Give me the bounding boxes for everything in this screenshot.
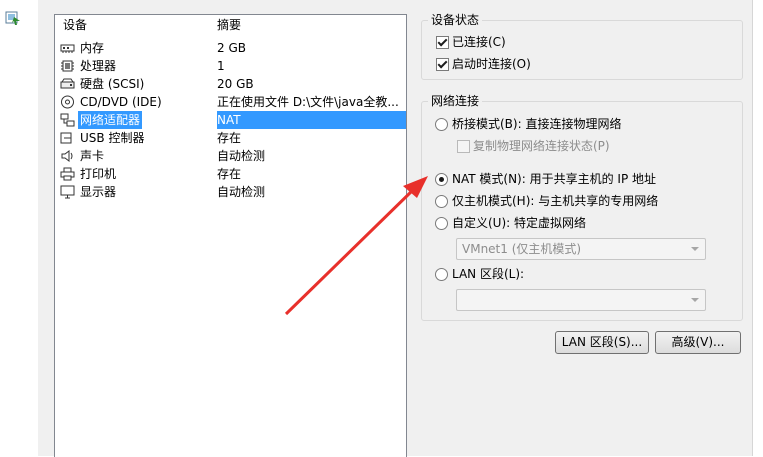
device-row-printer[interactable]: 打印机 存在: [55, 165, 406, 183]
host-only-radio[interactable]: [435, 195, 448, 208]
device-summary: 2 GB: [217, 41, 246, 55]
nat-label[interactable]: NAT 模式(N): 用于共享主机的 IP 地址: [452, 171, 656, 187]
device-summary: 20 GB: [217, 77, 254, 91]
vm-icon[interactable]: [5, 10, 21, 26]
memory-icon: [60, 44, 75, 53]
connect-on-power-checkbox[interactable]: [436, 58, 449, 71]
device-row-network-adapter[interactable]: 网络适配器 NAT: [55, 111, 406, 129]
device-row-display[interactable]: 显示器 自动检测: [55, 183, 406, 201]
device-name: 显示器: [80, 185, 117, 199]
chevron-down-icon: [691, 247, 699, 251]
custom-label[interactable]: 自定义(U): 特定虚拟网络: [452, 215, 586, 231]
device-row-cpu[interactable]: 处理器 1: [55, 57, 406, 75]
selection-highlight: [217, 111, 406, 129]
printer-icon: [60, 167, 75, 181]
bridged-radio[interactable]: [435, 118, 448, 131]
replicate-state-label[interactable]: 复制物理网络连接状态(P): [473, 138, 610, 154]
device-name: 打印机: [80, 167, 117, 181]
chevron-down-icon: [691, 298, 699, 302]
vmnet-select[interactable]: VMnet1 (仅主机模式): [456, 238, 706, 260]
device-status-group: 设备状态 已连接(C) 启动时连接(O): [421, 13, 743, 80]
device-name: 处理器: [80, 59, 117, 73]
device-list[interactable]: 设备 摘要 内存 2 GB 处理器 1 硬盘 (SCSI) 20 GB CD/D…: [54, 14, 407, 457]
speaker-icon: [61, 150, 73, 162]
connect-on-power-label[interactable]: 启动时连接(O): [452, 56, 531, 72]
device-row-memory[interactable]: 内存 2 GB: [55, 39, 406, 57]
device-name: USB 控制器: [80, 131, 145, 145]
device-summary: 正在使用文件 D:\文件\java全教...: [217, 95, 399, 109]
device-name: 网络适配器: [78, 111, 143, 129]
cpu-icon: [61, 60, 74, 72]
column-header-device[interactable]: 设备: [63, 15, 87, 35]
window-right-edge: [752, 0, 763, 456]
replicate-state-checkbox[interactable]: [457, 140, 470, 153]
device-row-usb[interactable]: USB 控制器 存在: [55, 129, 406, 147]
device-summary: 自动检测: [217, 149, 266, 163]
usb-icon: [60, 132, 72, 144]
connected-checkbox[interactable]: [436, 36, 449, 49]
device-summary: 存在: [217, 167, 242, 181]
bridged-label[interactable]: 桥接模式(B): 直接连接物理网络: [452, 116, 621, 132]
cd-dvd-icon: [61, 95, 74, 109]
nat-radio[interactable]: [435, 173, 448, 186]
column-header-summary[interactable]: 摘要: [217, 15, 241, 35]
device-name: CD/DVD (IDE): [80, 95, 162, 109]
device-row-cd-dvd[interactable]: CD/DVD (IDE) 正在使用文件 D:\文件\java全教...: [55, 93, 406, 111]
monitor-icon: [60, 185, 75, 199]
hard-disk-icon: [60, 78, 75, 89]
custom-radio[interactable]: [435, 217, 448, 230]
device-status-title: 设备状态: [428, 13, 483, 27]
network-adapter-icon: [60, 113, 75, 127]
device-name: 声卡: [80, 149, 105, 163]
device-summary: 自动检测: [217, 185, 266, 199]
left-sidebar-strip: [0, 0, 39, 456]
network-connection-group: 网络连接 桥接模式(B): 直接连接物理网络 复制物理网络连接状态(P) NAT…: [421, 94, 743, 321]
lan-segment-label[interactable]: LAN 区段(L):: [452, 266, 524, 282]
device-summary: 1: [217, 59, 225, 73]
advanced-button[interactable]: 高级(V)...: [655, 331, 741, 354]
lan-segment-radio[interactable]: [435, 268, 448, 281]
device-summary: 存在: [217, 131, 242, 145]
device-summary: NAT: [217, 113, 241, 127]
device-row-hard-disk[interactable]: 硬盘 (SCSI) 20 GB: [55, 75, 406, 93]
device-name: 硬盘 (SCSI): [80, 77, 145, 91]
connected-label[interactable]: 已连接(C): [452, 34, 506, 50]
device-row-sound-card[interactable]: 声卡 自动检测: [55, 147, 406, 165]
lan-segment-select[interactable]: [456, 289, 706, 311]
lan-segments-button[interactable]: LAN 区段(S)...: [555, 331, 649, 354]
device-name: 内存: [80, 41, 105, 55]
network-connection-title: 网络连接: [428, 94, 483, 108]
vmnet-select-value: VMnet1 (仅主机模式): [462, 242, 582, 256]
host-only-label[interactable]: 仅主机模式(H): 与主机共享的专用网络: [452, 193, 658, 209]
